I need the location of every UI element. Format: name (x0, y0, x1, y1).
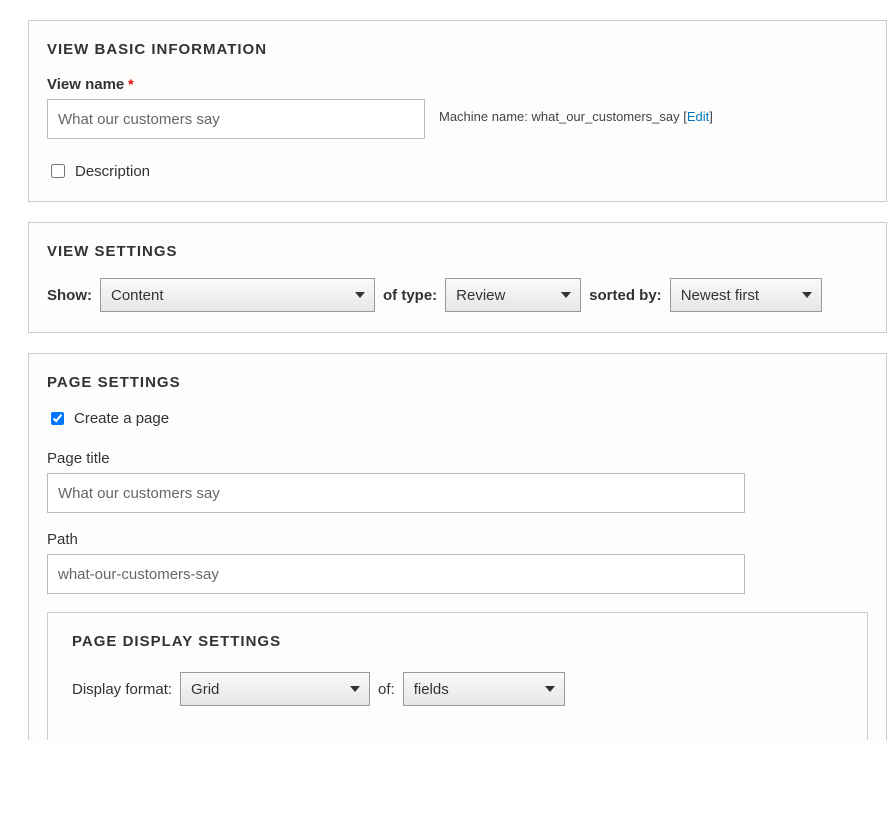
path-input[interactable] (47, 554, 745, 594)
page-settings-title: PAGE SETTINGS (47, 374, 868, 391)
display-format-select[interactable]: Grid (180, 672, 370, 706)
page-display-settings-panel: PAGE DISPLAY SETTINGS Display format: Gr… (47, 612, 868, 740)
page-display-settings-title: PAGE DISPLAY SETTINGS (72, 633, 843, 650)
of-type-select[interactable]: Review (445, 278, 581, 312)
display-of-label: of: (378, 681, 395, 698)
machine-name-edit-link[interactable]: Edit (687, 109, 709, 124)
sorted-by-label: sorted by: (589, 287, 662, 304)
show-select[interactable]: Content (100, 278, 375, 312)
show-label: Show: (47, 287, 92, 304)
view-name-label: View name (47, 76, 124, 93)
basic-info-title: VIEW BASIC INFORMATION (47, 41, 868, 58)
display-format-label: Display format: (72, 681, 172, 698)
description-label: Description (75, 163, 150, 180)
path-label: Path (47, 531, 868, 548)
page-title-label: Page title (47, 450, 868, 467)
required-asterisk: * (128, 76, 133, 92)
create-page-checkbox[interactable] (51, 412, 64, 425)
page-title-input[interactable] (47, 473, 745, 513)
view-settings-panel: VIEW SETTINGS Show: Content of type: Rev… (28, 222, 887, 333)
basic-info-panel: VIEW BASIC INFORMATION View name * Machi… (28, 20, 887, 202)
description-checkbox[interactable] (51, 164, 65, 178)
of-type-label: of type: (383, 287, 437, 304)
display-of-select[interactable]: fields (403, 672, 565, 706)
machine-name-text: Machine name: what_our_customers_say [Ed… (439, 109, 713, 124)
view-name-input[interactable] (47, 99, 425, 139)
create-page-label: Create a page (74, 410, 169, 427)
view-settings-title: VIEW SETTINGS (47, 243, 868, 260)
page-settings-panel: PAGE SETTINGS Create a page Page title P… (28, 353, 887, 740)
sorted-by-select[interactable]: Newest first (670, 278, 822, 312)
